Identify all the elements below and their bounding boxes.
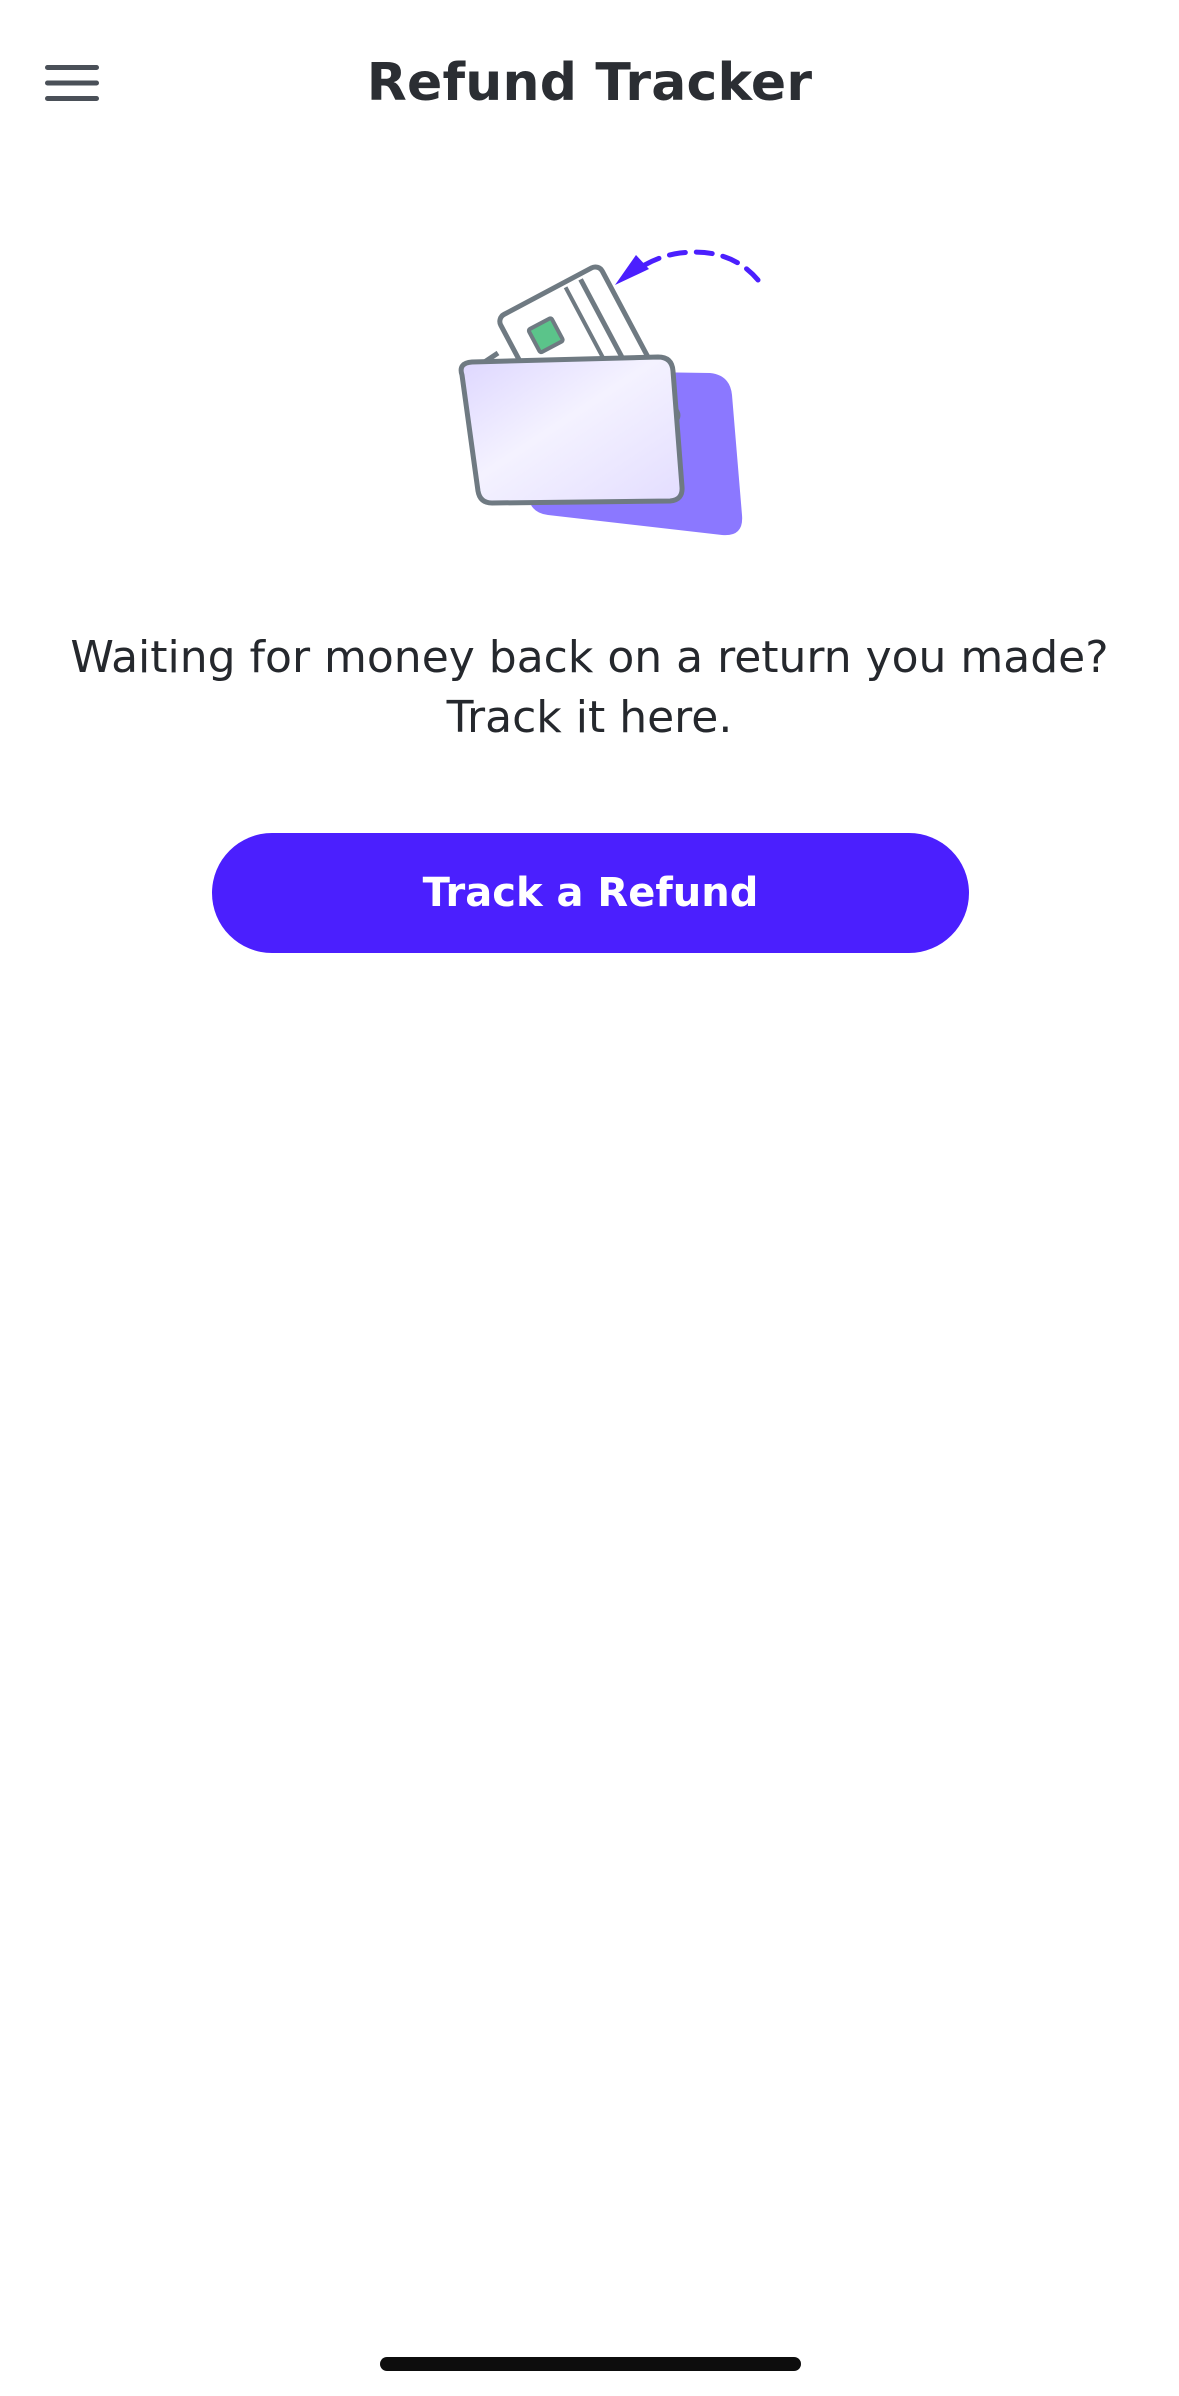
refund-illustration [440, 225, 780, 555]
page-title: Refund Tracker [366, 53, 813, 113]
home-indicator [380, 2357, 801, 2371]
wallet-card-icon [458, 249, 761, 536]
track-refund-button[interactable]: Track a Refund [212, 833, 969, 953]
message-line-2: Track it here. [446, 692, 733, 743]
message-line-1: Waiting for money back on a return you m… [70, 632, 1109, 683]
app-bar: Refund Tracker [0, 0, 1179, 165]
empty-state-message: Waiting for money back on a return you m… [0, 628, 1179, 748]
